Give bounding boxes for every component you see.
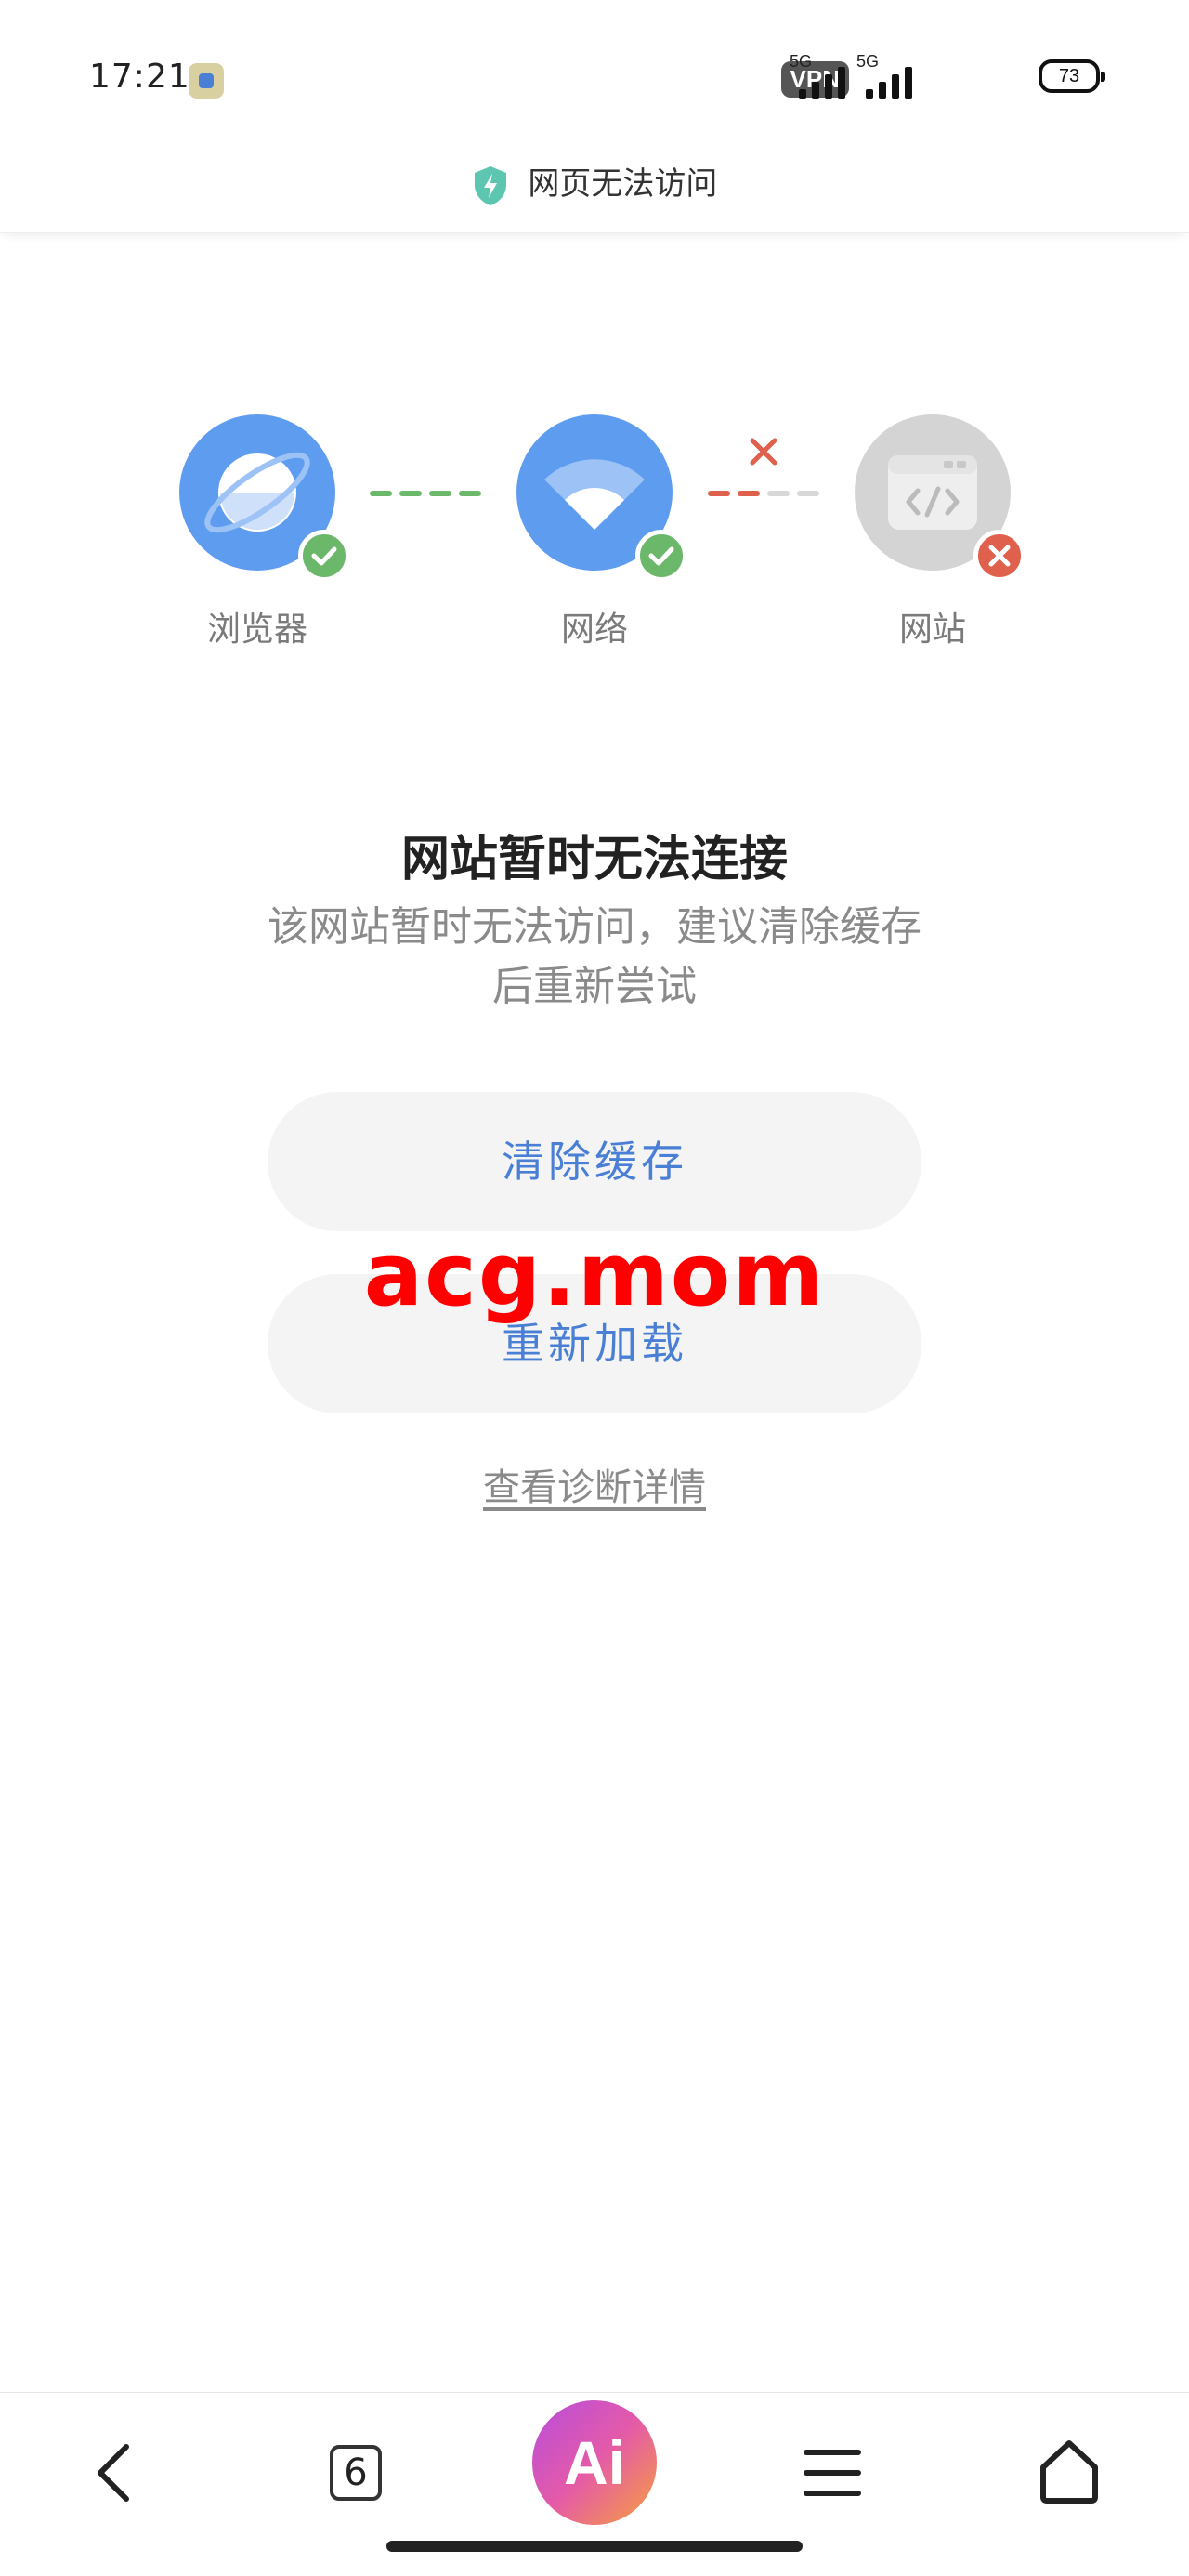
page-header: 网页无法访问 (0, 130, 1189, 233)
error-cross-icon (750, 438, 777, 466)
page-title: 网页无法访问 (528, 165, 718, 203)
status-indicators: VPN 5G 5G 73 (780, 52, 1105, 99)
diagnosis-label: 网络 (560, 611, 628, 649)
check-icon (635, 530, 687, 582)
check-icon (298, 530, 350, 582)
error-page: 17:21 VPN 5G 5G 73 网页无法访问 浏览器 网络 网站 网站暂时… (0, 0, 1189, 2576)
wifi-icon (516, 414, 687, 582)
diagnosis-label: 浏览器 (206, 611, 307, 649)
diagnosis-label: 网站 (898, 611, 966, 649)
diagnosis-details-link[interactable]: 查看诊断详情 (0, 1457, 1189, 1511)
error-title: 网站暂时无法连接 (400, 832, 788, 887)
app-notification-icon (189, 63, 224, 99)
battery-icon: 73 (1039, 59, 1105, 93)
tabs-button[interactable]: 6 (300, 2417, 412, 2529)
page-title-row: 网页无法访问 (0, 158, 1189, 207)
error-description: 该网站暂时无法访问，建议清除缓存后重新尝试 (268, 903, 921, 1010)
status-time: 17:21 (89, 58, 190, 96)
home-indicator[interactable] (386, 2541, 803, 2552)
watermark-text: acg.mom (363, 1225, 826, 1326)
code-window-icon (855, 414, 1026, 582)
diagnosis-node-browser: 浏览器 (179, 414, 350, 651)
signal-icon: 5G (790, 52, 849, 99)
tabs-icon: 6 (330, 2445, 382, 2501)
back-icon (98, 2444, 129, 2502)
diagnosis-node-website: 网站 (855, 414, 1026, 651)
menu-button[interactable] (777, 2417, 888, 2529)
back-button[interactable] (59, 2417, 171, 2529)
home-button[interactable] (1013, 2417, 1125, 2529)
network-type-label: 5G (790, 52, 813, 71)
error-icon (973, 530, 1026, 582)
battery-level: 73 (1058, 66, 1080, 86)
menu-icon (804, 2450, 861, 2496)
diagnosis-node-network: 网络 (516, 414, 687, 651)
signal-icon: 5G (856, 52, 916, 99)
clear-cache-button[interactable]: 清除缓存 (268, 1092, 921, 1231)
ai-assistant-button[interactable]: Ai (532, 2400, 657, 2525)
home-icon (1040, 2440, 1098, 2504)
planet-icon (179, 414, 350, 582)
ai-assistant-icon: Ai (532, 2400, 657, 2525)
shield-bolt-icon (474, 165, 506, 205)
connector-error (708, 491, 819, 498)
network-type-label: 5G (856, 52, 880, 71)
connector-ok (370, 491, 481, 498)
